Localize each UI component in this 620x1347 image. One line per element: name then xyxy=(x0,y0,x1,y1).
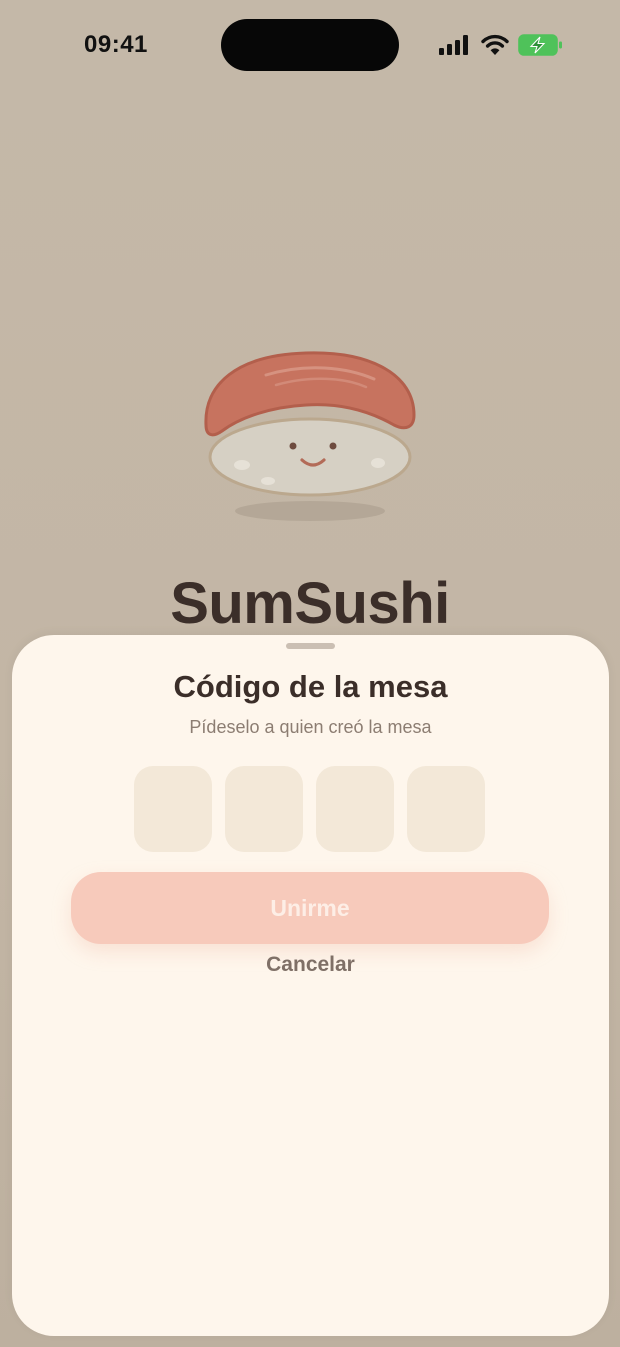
battery-charging-icon xyxy=(518,34,562,56)
join-table-sheet: Código de la mesa Pídeselo a quien creó … xyxy=(12,635,609,1336)
wifi-icon xyxy=(481,34,509,55)
code-digit-4[interactable] xyxy=(407,766,485,852)
status-time: 09:41 xyxy=(84,31,148,58)
table-code-input xyxy=(134,766,485,852)
sushi-mascot-icon xyxy=(204,351,416,521)
join-button[interactable]: Unirme xyxy=(71,872,549,944)
code-digit-3[interactable] xyxy=(316,766,394,852)
cancel-button[interactable]: Cancelar xyxy=(12,953,609,977)
signal-icon xyxy=(439,35,468,55)
app-title: SumSushi xyxy=(170,571,450,636)
sheet-title: Código de la mesa xyxy=(173,669,448,704)
code-digit-1[interactable] xyxy=(134,766,212,852)
sheet-grabber[interactable] xyxy=(286,643,335,649)
code-digit-2[interactable] xyxy=(225,766,303,852)
dynamic-island xyxy=(221,19,399,71)
sheet-subtitle: Pídeselo a quien creó la mesa xyxy=(189,717,432,737)
